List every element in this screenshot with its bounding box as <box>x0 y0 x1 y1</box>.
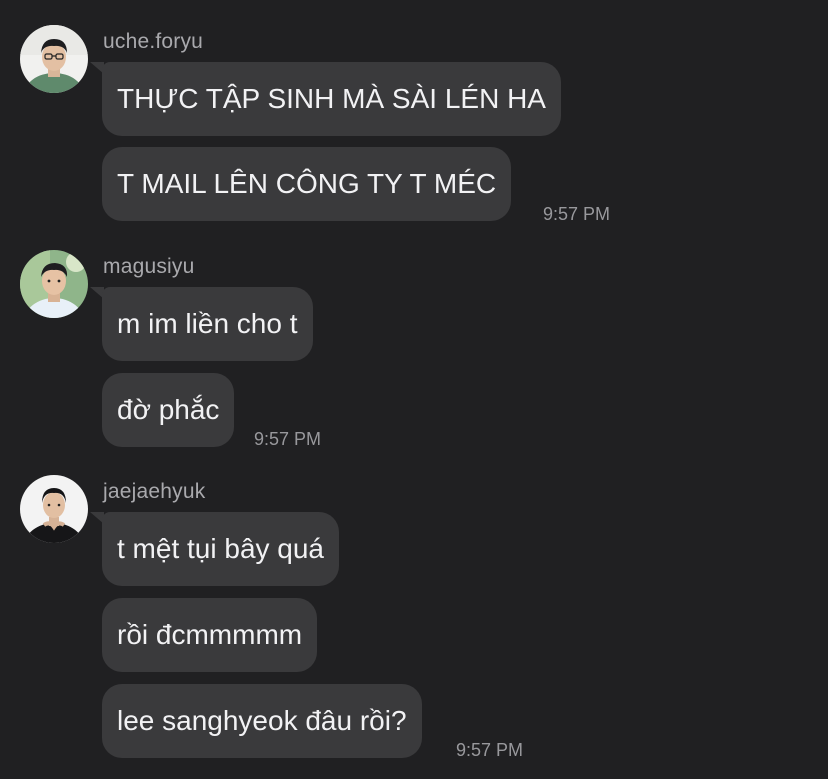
chat-thread: uche.foryu THỰC TẬP SINH MÀ SÀI LÉN HA T… <box>0 0 828 779</box>
message-timestamp: 9:57 PM <box>254 429 322 449</box>
message-bubble[interactable]: t mệt tụi bây quá <box>102 512 340 586</box>
username[interactable]: jaejaehyuk <box>103 481 205 502</box>
message-timestamp: 9:57 PM <box>456 740 524 760</box>
message-timestamp: 9:57 PM <box>543 204 611 224</box>
username[interactable]: magusiyu <box>103 256 194 277</box>
message-bubble[interactable]: THỰC TẬP SINH MÀ SÀI LÉN HA <box>102 62 561 136</box>
message-bubble[interactable]: T MAIL LÊN CÔNG TY T MÉC <box>102 147 512 221</box>
avatar-uche-foryu[interactable] <box>20 25 88 93</box>
avatar-jaejaehyuk[interactable] <box>20 475 88 543</box>
message-bubble[interactable]: m im liền cho t <box>102 287 313 361</box>
message-bubble[interactable]: lee sanghyeok đâu rồi? <box>102 684 422 758</box>
message-bubble[interactable]: rồi đcmmmmm <box>102 598 318 672</box>
avatar-photo-icon <box>20 25 88 93</box>
avatar-magusiyu[interactable] <box>20 250 88 318</box>
avatar-photo-icon <box>20 250 88 318</box>
username[interactable]: uche.foryu <box>103 31 203 52</box>
message-bubble[interactable]: đờ phắc <box>102 373 235 447</box>
avatar-photo-icon <box>20 475 88 543</box>
